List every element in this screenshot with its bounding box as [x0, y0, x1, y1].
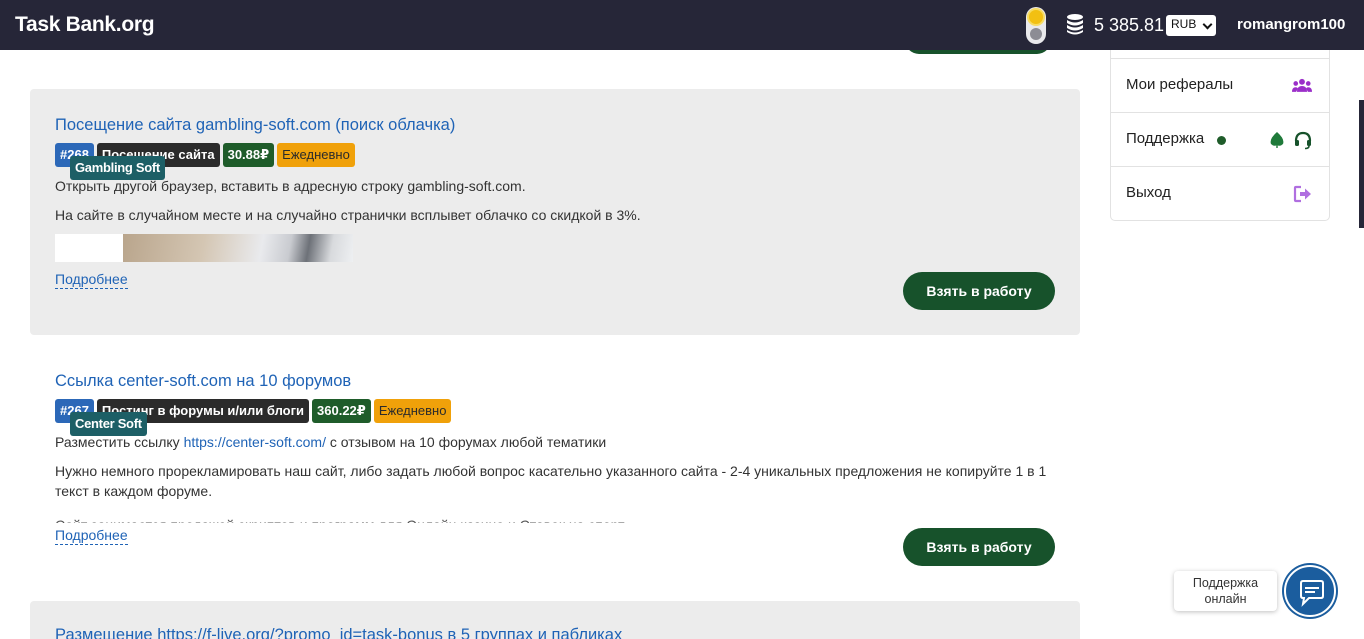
- menu-item-label: Мои рефералы: [1126, 76, 1234, 93]
- menu-item-label: Поддержка: [1126, 130, 1205, 147]
- menu-item-logout[interactable]: Выход: [1111, 166, 1329, 220]
- menu-item-support[interactable]: Поддержка: [1111, 112, 1329, 166]
- task-tags: #267 Постинг в форумы и/или блоги 360.22…: [55, 399, 452, 436]
- task-frequency-badge: Ежедневно: [373, 399, 452, 423]
- task-price-badge: 360.22₽: [312, 399, 371, 423]
- scrollbar-thumb[interactable]: [1359, 100, 1364, 228]
- take-task-button[interactable]: Взять в работу: [903, 528, 1055, 566]
- chevron-down-icon: [1202, 19, 1213, 30]
- task-title[interactable]: Размещение https://f-live.org/?promo_id=…: [55, 626, 622, 639]
- currency-value: RUB: [1171, 17, 1197, 31]
- task-price-badge: 30.88₽: [222, 143, 275, 167]
- leaf-icon: [1270, 132, 1284, 148]
- online-status-dot: [1217, 136, 1226, 145]
- task-image: [55, 234, 353, 262]
- task-card: Ссылка center-soft.com на 10 форумов #26…: [30, 345, 1080, 591]
- sun-icon: [1029, 10, 1043, 24]
- site-logo[interactable]: Task Bank.org: [15, 13, 155, 37]
- take-task-button[interactable]: Взять в работу: [903, 272, 1055, 310]
- task-title[interactable]: Посещение сайта gambling-soft.com (поиск…: [55, 116, 455, 135]
- user-menu: Мои рефералы Поддержка Выход: [1110, 30, 1330, 221]
- menu-item-label: Выход: [1126, 184, 1171, 201]
- users-icon: [1292, 78, 1312, 92]
- task-description-cutoff: Сайт занимается продажей скриптов и прог…: [55, 515, 855, 523]
- task-description-line: На сайте в случайном месте и на случайно…: [55, 207, 641, 223]
- balance-amount: 5 385.81: [1094, 15, 1165, 35]
- task-tags: #268 Посещение сайта 30.88₽ Ежедневно Ga…: [55, 143, 355, 180]
- desc-text: Разместить ссылку: [55, 434, 184, 450]
- top-bar: Task Bank.org 5 385.81 RUB romangrom100: [0, 0, 1364, 50]
- currency-select[interactable]: RUB: [1166, 15, 1216, 36]
- headset-icon: [1294, 131, 1312, 150]
- task-title[interactable]: Ссылка center-soft.com на 10 форумов: [55, 372, 351, 391]
- chat-icon: [1300, 580, 1324, 607]
- chat-tooltip[interactable]: Поддержка онлайн: [1174, 571, 1277, 611]
- task-url-link[interactable]: https://center-soft.com/: [184, 434, 326, 450]
- task-card: Размещение https://f-live.org/?promo_id=…: [30, 601, 1080, 639]
- username[interactable]: romangrom100: [1237, 16, 1345, 33]
- chat-button[interactable]: [1284, 565, 1336, 617]
- coins-icon: [1067, 14, 1083, 35]
- task-description-line: Нужно немного прорекламировать наш сайт,…: [55, 463, 1047, 499]
- toggle-knob: [1030, 28, 1042, 40]
- menu-item-referrals[interactable]: Мои рефералы: [1111, 58, 1329, 112]
- more-link[interactable]: Подробнее: [55, 270, 128, 289]
- task-card: Посещение сайта gambling-soft.com (поиск…: [30, 89, 1080, 335]
- more-link[interactable]: Подробнее: [55, 526, 128, 545]
- logout-icon: [1293, 185, 1311, 203]
- desc-text: с отзывом на 10 форумах любой тематики: [325, 434, 607, 450]
- theme-toggle[interactable]: [1026, 7, 1046, 44]
- task-description-line: Открыть другой браузер, вставить в адрес…: [55, 178, 526, 194]
- task-description-line: Разместить ссылку https://center-soft.co…: [55, 432, 1055, 452]
- task-frequency-badge: Ежедневно: [277, 143, 355, 167]
